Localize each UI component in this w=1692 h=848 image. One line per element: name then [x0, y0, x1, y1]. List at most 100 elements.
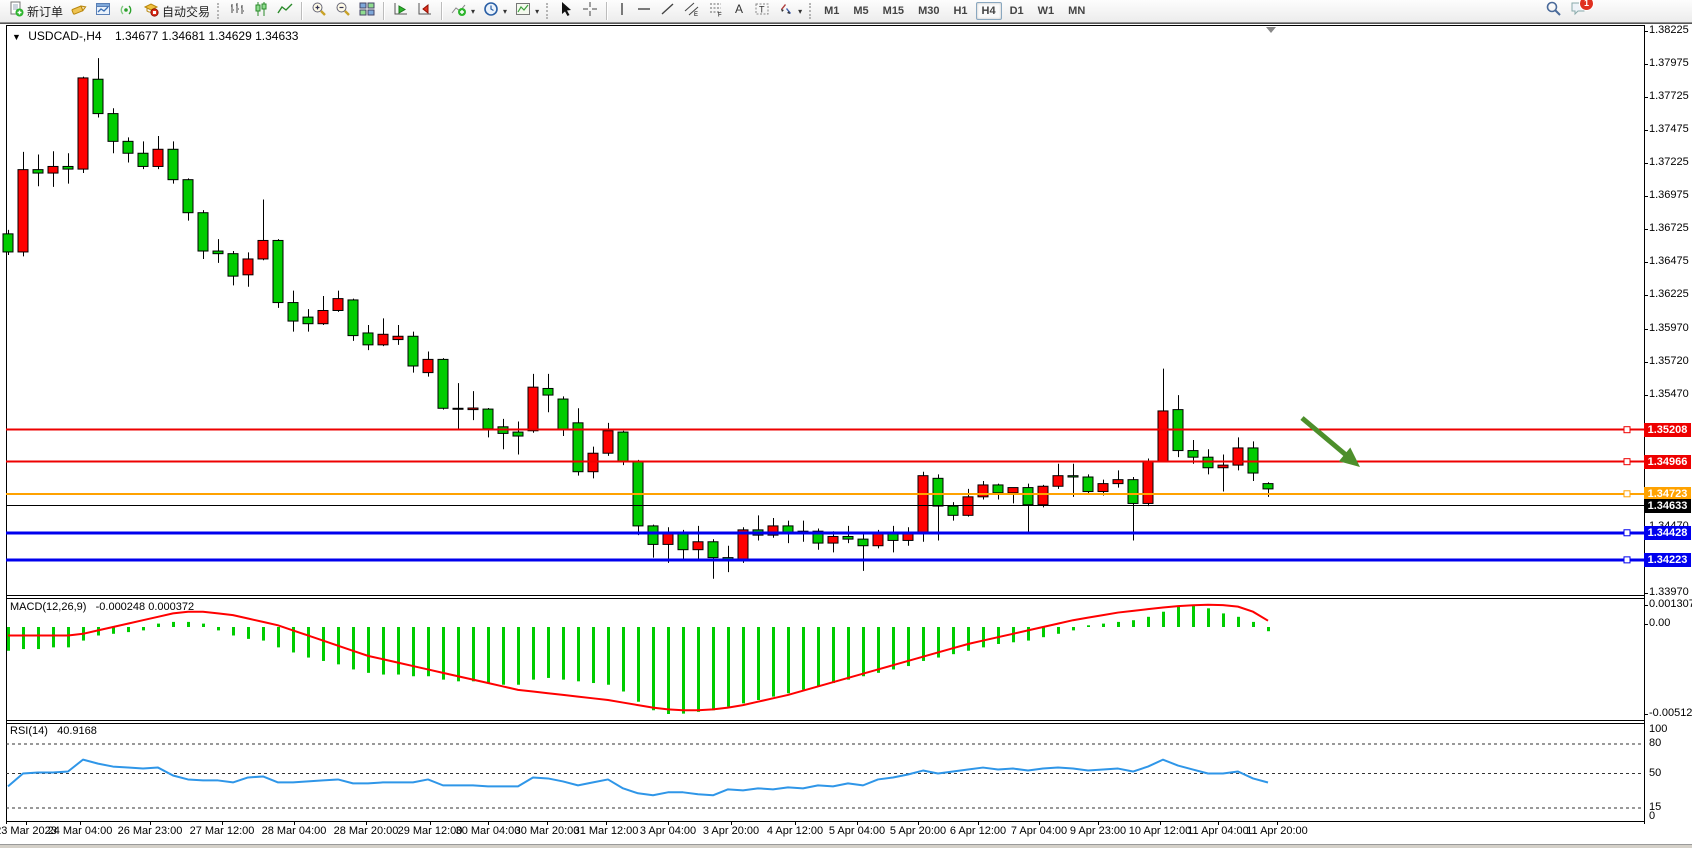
- candle-body: [1158, 411, 1168, 461]
- metaeditor-button[interactable]: [67, 0, 91, 23]
- zoom-in-button[interactable]: [307, 0, 331, 23]
- timeframe-m1[interactable]: M1: [818, 2, 845, 20]
- text-button[interactable]: A: [728, 0, 750, 23]
- chart-canvas[interactable]: [0, 24, 1692, 848]
- notification-badge: 1: [1579, 0, 1594, 11]
- vertical-line-button[interactable]: [612, 0, 632, 23]
- timeframe-h1[interactable]: H1: [947, 2, 973, 20]
- arrows-button[interactable]: ▾: [774, 0, 806, 23]
- trendline-button[interactable]: [656, 0, 680, 23]
- horizontal-line-icon: [636, 1, 652, 22]
- chevron-down-icon: ▾: [471, 7, 475, 16]
- price-tick-label: 1.37725: [1649, 90, 1689, 102]
- candle-body: [228, 254, 238, 276]
- autotrading-button[interactable]: 自动交易: [139, 0, 214, 23]
- candle-body: [318, 310, 328, 323]
- candle-body: [828, 536, 838, 543]
- candle-body: [78, 78, 88, 169]
- chart-shift-marker[interactable]: [1266, 27, 1276, 33]
- candle-body: [303, 317, 313, 324]
- candle-body: [198, 213, 208, 251]
- timeframe-mn[interactable]: MN: [1062, 2, 1091, 20]
- chevron-down-icon: ▾: [798, 7, 802, 16]
- line-drag-handle[interactable]: [1624, 530, 1630, 536]
- crosshair-icon: [582, 1, 598, 22]
- text-label-button[interactable]: T: [750, 0, 774, 23]
- candlestick-chart-button[interactable]: [249, 0, 273, 23]
- cursor-arrow-icon: [558, 1, 574, 22]
- timeframe-m15[interactable]: M15: [877, 2, 910, 20]
- price-tick: [1644, 329, 1648, 330]
- equidistant-channel-button[interactable]: E: [680, 0, 704, 23]
- rsi-tick-label: 0: [1649, 810, 1655, 822]
- price-tick: [1644, 97, 1648, 98]
- tile-windows-button[interactable]: [355, 0, 379, 23]
- price-tick-label: 1.37225: [1649, 156, 1689, 168]
- indicators-button[interactable]: ▾: [447, 0, 479, 23]
- fibonacci-button[interactable]: F: [704, 0, 728, 23]
- line-drag-handle[interactable]: [1624, 427, 1630, 433]
- price-tick: [1644, 593, 1648, 594]
- timeframe-d1[interactable]: D1: [1004, 2, 1030, 20]
- price-tick: [1644, 163, 1648, 164]
- chart-shift-button[interactable]: [413, 0, 437, 23]
- timeframe-m5[interactable]: M5: [847, 2, 874, 20]
- crosshair-button[interactable]: [578, 0, 602, 23]
- candle-body: [348, 300, 358, 336]
- trend-arrow-annotation[interactable]: [1302, 418, 1346, 455]
- rsi-line: [8, 760, 1268, 796]
- terminal-button[interactable]: [91, 0, 115, 23]
- line-drag-handle[interactable]: [1624, 557, 1630, 563]
- chart-shift-icon: [417, 1, 433, 22]
- toolbar-grip: [217, 3, 222, 19]
- price-tag: 1.34633: [1644, 499, 1691, 513]
- bar-chart-button[interactable]: [225, 0, 249, 23]
- candle-body: [1023, 488, 1033, 505]
- clock-icon: [483, 1, 499, 22]
- price-tick-label: 1.35970: [1649, 322, 1689, 334]
- rsi-indicator-label: RSI(14) 40.9168: [10, 725, 97, 737]
- candle-body: [1188, 451, 1198, 458]
- zoom-out-button[interactable]: [331, 0, 355, 23]
- svg-text:T: T: [759, 4, 765, 14]
- candle-body: [273, 240, 283, 302]
- macd-tick-label: 0.001307: [1649, 598, 1692, 610]
- zoom-out-icon: [335, 1, 351, 22]
- templates-button[interactable]: ▾: [511, 0, 543, 23]
- timeframe-w1[interactable]: W1: [1032, 2, 1061, 20]
- candle-body: [1098, 484, 1108, 492]
- auto-scroll-button[interactable]: [389, 0, 413, 23]
- new-order-button[interactable]: 新订单: [4, 0, 67, 23]
- candle-body: [138, 153, 148, 166]
- price-tick: [1644, 229, 1648, 230]
- candle-body: [393, 336, 403, 339]
- line-drag-handle[interactable]: [1624, 491, 1630, 497]
- line-drag-handle[interactable]: [1624, 459, 1630, 465]
- candle-body: [378, 334, 388, 345]
- timeframe-h4[interactable]: H4: [976, 2, 1002, 20]
- search-icon[interactable]: [1545, 0, 1562, 22]
- text-label-icon: T: [754, 1, 770, 22]
- new-order-label: 新订单: [27, 3, 63, 20]
- horizontal-line-button[interactable]: [632, 0, 656, 23]
- chart-window[interactable]: ▼ USDCAD-,H4 1.34677 1.34681 1.34629 1.3…: [0, 23, 1692, 848]
- price-tick-label: 1.35720: [1649, 355, 1689, 367]
- autotrading-label: 自动交易: [162, 3, 210, 20]
- timeframe-m30[interactable]: M30: [912, 2, 945, 20]
- candle-body: [438, 359, 448, 408]
- collapse-triangle-icon[interactable]: ▼: [12, 32, 21, 42]
- signals-button[interactable]: [115, 0, 139, 23]
- candle-body: [543, 388, 553, 395]
- price-tag: 1.34428: [1644, 526, 1691, 540]
- line-chart-button[interactable]: [273, 0, 297, 23]
- chevron-down-icon: ▾: [535, 7, 539, 16]
- macd-tick-label: -0.005123: [1649, 707, 1692, 719]
- macd-tick: [1644, 624, 1648, 625]
- candle-body: [603, 431, 613, 453]
- candle-body: [888, 534, 898, 541]
- periods-button[interactable]: ▾: [479, 0, 511, 23]
- candle-body: [918, 476, 928, 534]
- cursor-button[interactable]: [554, 0, 578, 23]
- crayon-icon: [71, 1, 87, 22]
- notifications-button[interactable]: 1: [1570, 0, 1588, 22]
